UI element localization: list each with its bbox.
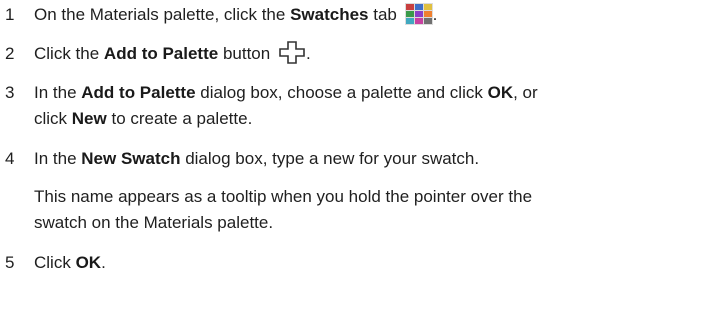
step-number: 2 xyxy=(5,44,15,63)
step-number: 4 xyxy=(5,149,15,168)
step-bold: New Swatch xyxy=(81,149,181,168)
step-text: In the xyxy=(34,149,82,168)
step-bold: New xyxy=(71,109,107,128)
step-bold: Add to Palette xyxy=(103,44,219,63)
note-text: This name appears as a tooltip when you … xyxy=(34,187,533,206)
step-text: Click the xyxy=(34,44,104,63)
step-number: 1 xyxy=(5,5,15,24)
step-5: 5 Click OK. xyxy=(0,250,715,276)
step-text: . xyxy=(101,253,106,272)
step-text: click xyxy=(34,109,72,128)
step-text: , or xyxy=(513,83,538,102)
add-to-palette-icon xyxy=(278,40,306,64)
step-1: 1 On the Materials palette, click the Sw… xyxy=(0,2,715,28)
step-text: . xyxy=(432,5,438,24)
step-4-note: This name appears as a tooltip when you … xyxy=(0,184,715,236)
note-text: swatch on the Materials palette. xyxy=(34,213,274,232)
step-text: Click xyxy=(34,253,76,272)
step-bold: OK xyxy=(487,83,514,102)
step-text: to create a palette. xyxy=(106,109,253,128)
step-4: 4 In the New Swatch dialog box, type a n… xyxy=(0,146,715,172)
step-2: 2 Click the Add to Palette button . xyxy=(0,40,715,67)
step-text: button xyxy=(218,44,275,63)
step-number: 3 xyxy=(5,83,15,102)
step-bold: Swatches xyxy=(290,5,369,24)
step-text: In the xyxy=(34,83,82,102)
step-bold: Add to Palette xyxy=(81,83,196,102)
step-text: tab xyxy=(368,5,402,24)
step-text: . xyxy=(305,44,311,63)
step-text: On the Materials palette, click the xyxy=(34,5,291,24)
step-3: 3 In the Add to Palette dialog box, choo… xyxy=(0,80,715,132)
step-text: dialog box, type a new for your swatch. xyxy=(180,149,480,168)
step-bold: OK xyxy=(75,253,102,272)
step-text: dialog box, choose a palette and click xyxy=(195,83,488,102)
swatches-tab-icon xyxy=(404,2,433,25)
step-number: 5 xyxy=(5,253,15,272)
